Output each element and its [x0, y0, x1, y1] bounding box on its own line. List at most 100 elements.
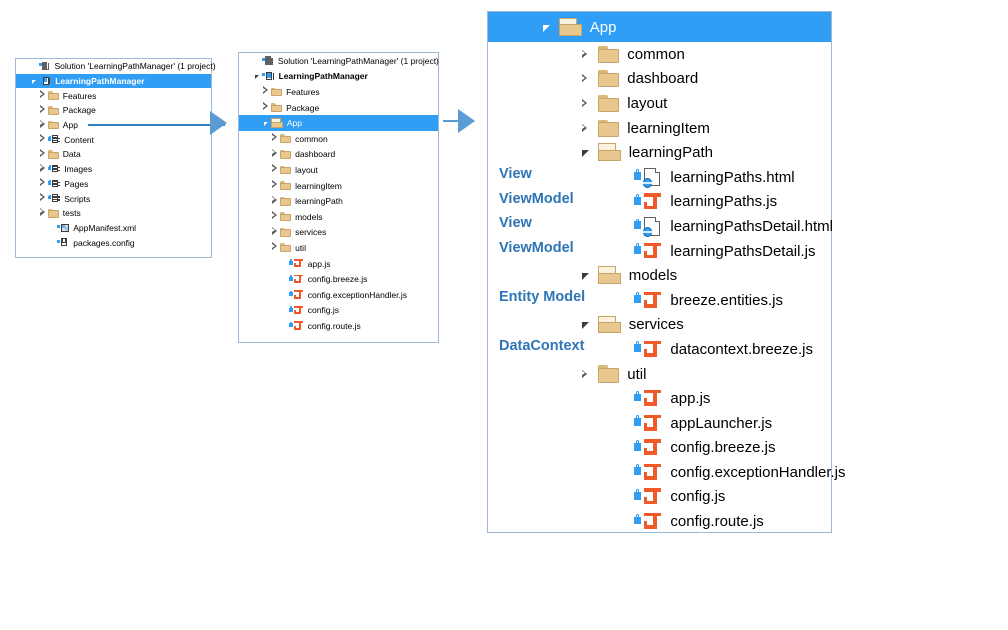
tree-row-label: LearningPathManager: [278, 71, 368, 82]
tree-item-models[interactable]: models: [488, 263, 831, 288]
tree-item-learningpaths-html[interactable]: learningPaths.html: [488, 165, 831, 190]
chevron-right-icon[interactable]: [38, 148, 48, 160]
sidebar-item-util[interactable]: util: [239, 240, 438, 256]
chevron-down-icon[interactable]: [29, 76, 39, 86]
sidebar-item-features[interactable]: Features: [239, 84, 438, 100]
html-file-icon: [634, 167, 662, 188]
chevron-right-icon[interactable]: [572, 366, 598, 383]
sidebar-item-app-js[interactable]: app.js: [239, 256, 438, 272]
special-folder-icon: [48, 135, 60, 144]
sidebar-item-config-breeze-js[interactable]: config.breeze.js: [239, 271, 438, 287]
tree-item-dashboard[interactable]: dashboard: [488, 67, 831, 92]
chevron-right-icon[interactable]: [572, 46, 598, 63]
sidebar-item-package[interactable]: Package: [16, 103, 211, 118]
html-file-icon: [634, 217, 662, 238]
chevron-right-icon[interactable]: [270, 195, 280, 207]
folder-icon: [48, 150, 59, 159]
js-file-icon: [634, 241, 662, 261]
chevron-right-icon[interactable]: [38, 104, 48, 116]
chevron-right-icon[interactable]: [270, 133, 280, 144]
tree-item-applauncher-js[interactable]: appLauncher.js: [488, 411, 831, 436]
sidebar-item-images[interactable]: Images: [16, 162, 211, 177]
chevron-right-icon[interactable]: [38, 193, 48, 204]
folder-open-icon: [559, 17, 582, 36]
sidebar-item-layout[interactable]: layout: [239, 162, 438, 178]
tree-item-app-js[interactable]: app.js: [488, 386, 831, 411]
tree-item-layout[interactable]: layout: [488, 91, 831, 116]
chevron-right-icon[interactable]: [572, 70, 598, 87]
chevron-right-icon[interactable]: [38, 163, 48, 175]
chevron-down-icon[interactable]: [261, 118, 271, 128]
chevron-right-icon[interactable]: [38, 178, 48, 189]
sidebar-item-pages[interactable]: Pages: [16, 177, 211, 192]
chevron-right-icon[interactable]: [38, 90, 48, 101]
tree-item-learningpath[interactable]: learningPath: [488, 140, 831, 165]
sidebar-item-models[interactable]: models: [239, 209, 438, 225]
tree-item-common[interactable]: common: [488, 42, 831, 67]
sidebar-item-learningitem[interactable]: learningItem: [239, 178, 438, 194]
sidebar-item-config-exceptionhandler-js[interactable]: config.exceptionHandler.js: [239, 287, 438, 303]
tree-row-label: learningItem: [295, 180, 342, 191]
left-tree[interactable]: Solution 'LearningPathManager' (1 projec…: [16, 59, 216, 250]
tree-item-config-js[interactable]: config.js: [488, 485, 831, 510]
chevron-right-icon[interactable]: [270, 148, 280, 160]
chevron-down-icon[interactable]: [572, 267, 598, 284]
sidebar-item-data[interactable]: Data: [16, 147, 211, 162]
chevron-down-icon[interactable]: [572, 316, 598, 333]
chevron-right-icon[interactable]: [270, 211, 280, 222]
tree-row[interactable]: Solution 'LearningPathManager' (1 projec…: [239, 53, 439, 69]
tree-item-config-breeze-js[interactable]: config.breeze.js: [488, 436, 831, 461]
right-panel-header-app[interactable]: App: [488, 12, 831, 42]
folder-icon: [280, 134, 292, 144]
tree-row-label: Features: [62, 90, 97, 101]
sidebar-item-scripts[interactable]: Scripts: [16, 191, 211, 206]
tree-item-util[interactable]: util: [488, 362, 831, 387]
chevron-right-icon[interactable]: [261, 86, 271, 97]
right-panel-header-row[interactable]: App: [488, 12, 831, 42]
chevron-right-icon[interactable]: [270, 180, 280, 191]
chevron-right-icon[interactable]: [572, 95, 598, 112]
folder-icon: [271, 103, 283, 113]
sidebar-item-learningpathmanager[interactable]: LearningPathManager: [16, 73, 211, 89]
right-tree[interactable]: common dashboard layout learningItem learnin…: [488, 42, 846, 534]
sidebar-item-tests[interactable]: tests: [16, 206, 211, 221]
sidebar-item-features[interactable]: Features: [16, 88, 211, 103]
sidebar-item-common[interactable]: common: [239, 131, 438, 147]
chevron-right-icon[interactable]: [38, 207, 48, 219]
chevron-right-icon[interactable]: [270, 242, 280, 253]
tree-item-config-route-js[interactable]: config.route.js: [488, 509, 831, 534]
tree-row[interactable]: Solution 'LearningPathManager' (1 projec…: [16, 59, 216, 74]
sidebar-item-packages-config[interactable]: packages.config: [16, 235, 211, 250]
sidebar-item-content[interactable]: Content: [16, 132, 211, 147]
tree-row-label: common: [295, 133, 328, 144]
sidebar-item-config-route-js[interactable]: config.route.js: [239, 318, 438, 334]
folder-icon: [598, 365, 620, 383]
chevron-right-icon[interactable]: [38, 134, 48, 145]
tree-item-learningpathsdetail-html[interactable]: learningPathsDetail.html: [488, 214, 833, 239]
chevron-right-icon[interactable]: [261, 102, 271, 113]
chevron-down-icon[interactable]: [252, 71, 262, 81]
sidebar-item-app[interactable]: App: [239, 115, 438, 131]
chevron-down-icon[interactable]: [572, 144, 598, 161]
tree-row[interactable]: LearningPathManager: [239, 69, 438, 85]
tree-row-label: learningPaths.js: [670, 193, 778, 211]
folder-icon: [280, 212, 292, 222]
sidebar-item-config-js[interactable]: config.js: [239, 303, 438, 319]
sidebar-item-appmanifest-xml[interactable]: AppManifest.xml: [16, 221, 211, 236]
chevron-right-icon[interactable]: [572, 120, 598, 137]
annotation-entity-model: Entity Model: [499, 289, 586, 305]
middle-tree[interactable]: Solution 'LearningPathManager' (1 projec…: [239, 53, 439, 334]
tree-row-label: AppManifest.xml: [73, 222, 137, 233]
chevron-right-icon[interactable]: [270, 226, 280, 238]
chevron-right-icon[interactable]: [38, 119, 48, 131]
tree-row-label: config.js: [670, 488, 726, 506]
tree-item-services[interactable]: services: [488, 313, 831, 338]
sidebar-item-learningpath[interactable]: learningPath: [239, 193, 438, 209]
sidebar-item-package[interactable]: Package: [239, 100, 438, 116]
chevron-down-icon[interactable]: [533, 19, 559, 36]
chevron-right-icon[interactable]: [270, 164, 280, 175]
sidebar-item-dashboard[interactable]: dashboard: [239, 147, 438, 163]
sidebar-item-services[interactable]: services: [239, 225, 438, 241]
tree-item-learningitem[interactable]: learningItem: [488, 116, 831, 141]
tree-item-config-exceptionhandler-js[interactable]: config.exceptionHandler.js: [488, 460, 846, 485]
